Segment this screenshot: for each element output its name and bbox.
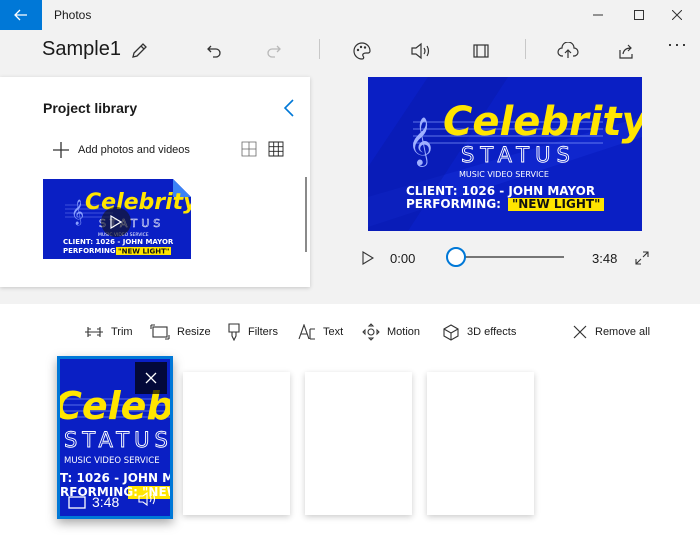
remove-all-button[interactable]: Remove all bbox=[572, 323, 650, 341]
text-icon bbox=[298, 324, 315, 340]
library-title: Project library bbox=[43, 100, 138, 116]
close-icon bbox=[573, 325, 587, 339]
preview-performing-text: PERFORMING: bbox=[406, 197, 501, 211]
back-button[interactable] bbox=[0, 0, 42, 30]
project-library-panel: Project library Add photos and videos 𝄞 … bbox=[0, 77, 310, 287]
clip-duration: 3:48 bbox=[68, 494, 119, 510]
3d-effects-button[interactable]: 3D effects bbox=[442, 323, 516, 341]
play-icon bbox=[110, 215, 122, 229]
close-button[interactable] bbox=[654, 0, 700, 30]
close-icon bbox=[145, 372, 157, 384]
redo-icon bbox=[267, 45, 281, 58]
small-grid-view-icon[interactable] bbox=[268, 141, 284, 157]
edit-pencil-icon bbox=[132, 43, 147, 58]
redo-button[interactable] bbox=[259, 36, 289, 66]
rename-button[interactable] bbox=[124, 36, 154, 66]
more-options-button[interactable]: ··· bbox=[667, 34, 688, 55]
text-button[interactable]: Text bbox=[298, 323, 343, 341]
storyboard-panel: Trim Resize Filters Text Motion 3D effec… bbox=[0, 304, 700, 552]
play-overlay[interactable] bbox=[101, 207, 131, 237]
resize-button[interactable]: Resize bbox=[150, 323, 211, 341]
seek-thumb[interactable] bbox=[446, 247, 466, 267]
add-icon bbox=[53, 142, 69, 158]
remove-all-label: Remove all bbox=[595, 326, 651, 338]
back-arrow-icon bbox=[14, 9, 27, 21]
thumb-performing-text: PERFORMING: bbox=[63, 247, 119, 255]
volume-icon[interactable] bbox=[138, 492, 158, 506]
preview-subtitle-text: MUSIC VIDEO SERVICE bbox=[459, 170, 549, 179]
background-music-button[interactable] bbox=[406, 36, 436, 66]
toolbar-divider bbox=[525, 39, 526, 59]
library-media-item[interactable]: 𝄞 Celebrity STATUS MUSIC VIDEO SERVICE C… bbox=[43, 179, 191, 259]
palette-icon bbox=[353, 42, 371, 60]
library-scrollbar[interactable] bbox=[305, 177, 307, 252]
command-bar: Sample1 ··· bbox=[0, 30, 700, 72]
fullscreen-button[interactable] bbox=[632, 248, 652, 268]
3d-cube-icon bbox=[443, 324, 459, 341]
toolbar-divider bbox=[319, 39, 320, 59]
preview-frame: 𝄞 Celebrity STATUS MUSIC VIDEO SERVICE C… bbox=[368, 77, 642, 231]
preview-title-text: Celebrity bbox=[443, 99, 642, 145]
preview-status-text: STATUS bbox=[461, 143, 576, 167]
close-icon bbox=[672, 10, 682, 20]
seek-bar[interactable] bbox=[456, 256, 564, 258]
thumb-client-text: CLIENT: 1026 - JOHN MAYOR bbox=[63, 238, 174, 246]
total-duration: 3:48 bbox=[592, 251, 618, 266]
clip-subtitle-text: MUSIC VIDEO SERVICE bbox=[64, 456, 160, 466]
motion-button[interactable]: Motion bbox=[362, 323, 420, 341]
add-photos-videos-button[interactable]: Add photos and videos bbox=[52, 141, 190, 159]
motion-icon bbox=[362, 323, 380, 341]
chevron-left-icon[interactable] bbox=[280, 97, 300, 119]
trim-button[interactable]: Trim bbox=[84, 323, 133, 341]
clip-duration-label: 3:48 bbox=[92, 494, 120, 510]
motion-label: Motion bbox=[387, 326, 421, 338]
trim-label: Trim bbox=[111, 326, 133, 338]
thumb-song-text: "NEW LIGHT" bbox=[118, 248, 170, 256]
share-icon bbox=[619, 44, 633, 59]
title-bar: Photos bbox=[0, 0, 700, 30]
storyboard-clip[interactable]: Celebrity STATUS MUSIC VIDEO SERVICE T: … bbox=[57, 356, 173, 519]
undo-button[interactable] bbox=[199, 36, 229, 66]
large-grid-view-icon[interactable] bbox=[241, 141, 257, 157]
play-icon bbox=[362, 251, 374, 265]
filters-label: Filters bbox=[248, 326, 278, 338]
video-clip-icon bbox=[68, 495, 86, 509]
clip-client-text: T: 1026 - JOHN M bbox=[60, 471, 170, 485]
clip-status-text: STATUS bbox=[64, 428, 170, 452]
video-preview: 𝄞 Celebrity STATUS MUSIC VIDEO SERVICE C… bbox=[368, 77, 642, 231]
filters-button[interactable]: Filters bbox=[227, 323, 278, 341]
theme-button[interactable] bbox=[347, 36, 377, 66]
undo-icon bbox=[207, 45, 221, 58]
storyboard-empty-slot[interactable] bbox=[183, 372, 290, 515]
resize-label: Resize bbox=[177, 326, 211, 338]
preview-client-text: CLIENT: 1026 - JOHN MAYOR bbox=[406, 184, 595, 198]
svg-text:𝄞: 𝄞 bbox=[71, 199, 84, 225]
export-upload-icon bbox=[557, 42, 579, 58]
aspect-ratio-button[interactable] bbox=[466, 36, 496, 66]
share-button[interactable] bbox=[611, 36, 641, 66]
svg-text:𝄞: 𝄞 bbox=[408, 116, 433, 167]
text-label: Text bbox=[323, 326, 344, 338]
remove-clip-button[interactable] bbox=[135, 362, 167, 394]
maximize-icon bbox=[634, 10, 644, 20]
expand-icon bbox=[635, 251, 649, 265]
preview-song-text: "NEW LIGHT" bbox=[512, 197, 600, 211]
finish-video-button[interactable] bbox=[553, 36, 583, 66]
trim-icon bbox=[85, 327, 103, 337]
current-time: 0:00 bbox=[390, 251, 416, 266]
filters-icon bbox=[228, 323, 240, 341]
storyboard-empty-slot[interactable] bbox=[427, 372, 534, 515]
resize-icon bbox=[150, 324, 170, 340]
minimize-button[interactable] bbox=[575, 0, 621, 30]
app-title: Photos bbox=[54, 8, 92, 22]
play-button[interactable] bbox=[358, 248, 378, 268]
add-media-label: Add photos and videos bbox=[78, 144, 190, 156]
aspect-ratio-icon bbox=[473, 44, 489, 58]
audio-icon bbox=[411, 42, 430, 60]
project-name: Sample1 bbox=[42, 38, 121, 60]
storyboard-empty-slot[interactable] bbox=[305, 372, 412, 515]
3d-effects-label: 3D effects bbox=[467, 326, 517, 338]
thumb-title-text: Celebrity bbox=[85, 190, 191, 215]
minimize-icon bbox=[593, 14, 603, 16]
